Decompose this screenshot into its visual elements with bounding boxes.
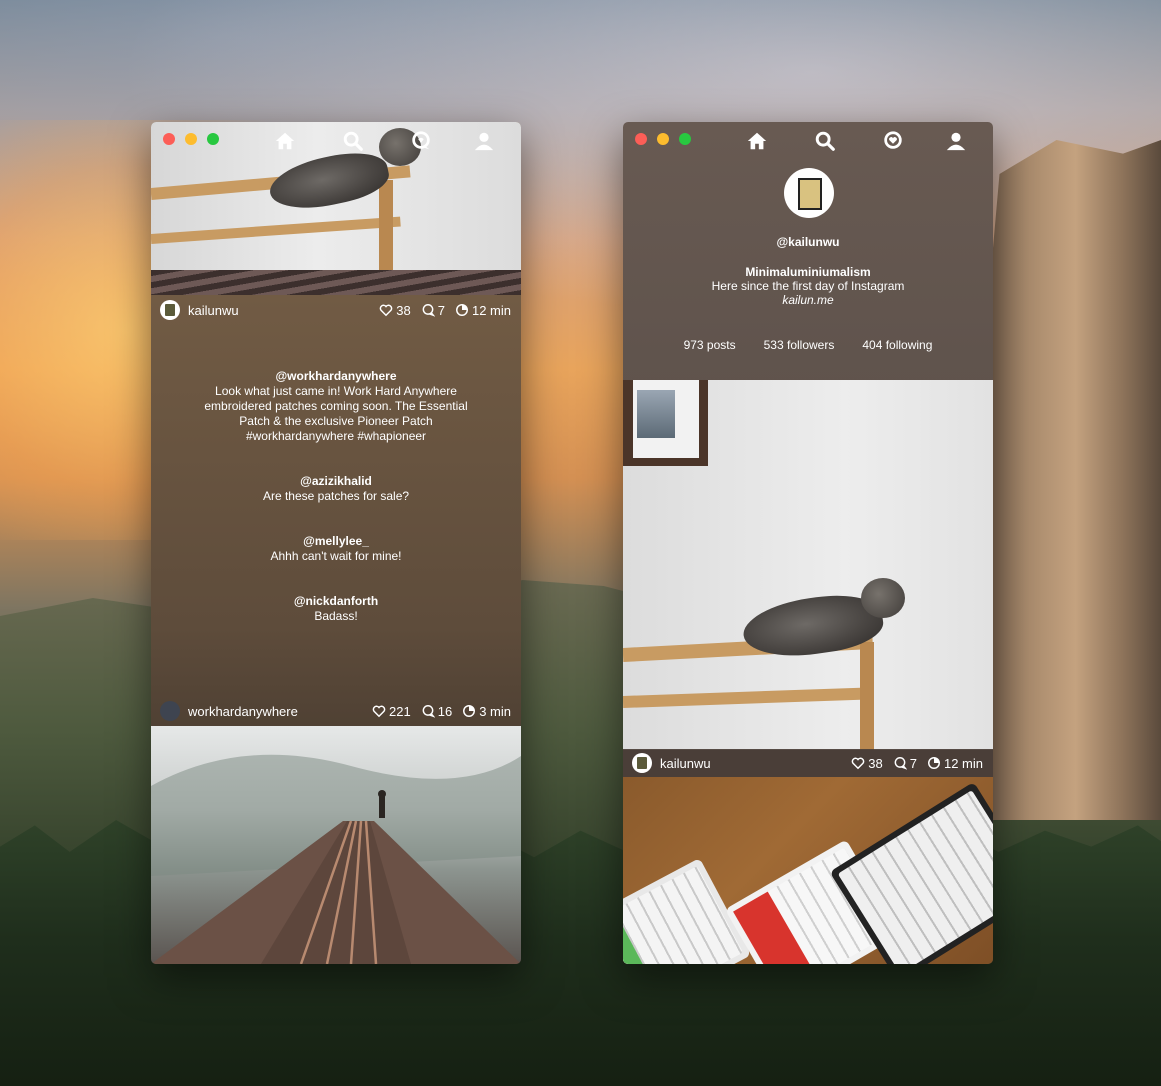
profile-bio: Here since the first day of Instagram — [711, 279, 905, 293]
post-photo-cat[interactable] — [623, 380, 993, 750]
heart-icon — [852, 757, 865, 770]
profile-header: @kailunwu Minimaluminiumalism Here since… — [623, 122, 993, 380]
search-icon[interactable] — [342, 130, 366, 152]
comment-bubble-icon — [894, 757, 907, 770]
search-icon[interactable] — [814, 130, 838, 152]
profile-avatar[interactable] — [784, 168, 834, 218]
post-photo-railway[interactable] — [151, 726, 521, 964]
activity-icon[interactable] — [882, 130, 906, 152]
profile-counts: 973 posts 533 followers 404 following — [623, 338, 993, 352]
post-username[interactable]: kailunwu — [660, 756, 851, 771]
following-count[interactable]: 404 following — [862, 338, 932, 352]
comment-text: Look what just came in! Work Hard Anywhe… — [204, 384, 468, 443]
post-meta-bar: kailunwu 38 7 12 min — [151, 296, 521, 324]
comment-item: @mellylee_ Ahhh can't wait for mine! — [191, 534, 481, 564]
profile-name: Minimaluminiumalism — [745, 265, 871, 279]
railway-scene — [151, 754, 521, 964]
granite-cliff — [971, 140, 1161, 820]
comment-author[interactable]: @mellylee_ — [191, 534, 481, 549]
avatar[interactable] — [160, 701, 180, 721]
heart-icon — [372, 705, 386, 718]
post-meta-bar: workhardanywhere 221 16 3 min — [151, 697, 521, 725]
heart-icon — [380, 304, 393, 317]
comments-count[interactable]: 16 — [421, 704, 452, 719]
post-time: 3 min — [462, 704, 511, 719]
post-username[interactable]: kailunwu — [188, 303, 379, 318]
posts-count[interactable]: 973 posts — [684, 338, 736, 352]
comment-bubble-icon — [422, 304, 435, 317]
home-icon[interactable] — [274, 130, 298, 152]
comment-text: Badass! — [314, 609, 358, 623]
likes-count[interactable]: 221 — [372, 704, 411, 719]
post-username[interactable]: workhardanywhere — [188, 704, 372, 719]
avatar[interactable] — [632, 753, 652, 773]
comment-author[interactable]: @azizikhalid — [191, 474, 481, 489]
minimize-button[interactable] — [185, 133, 197, 145]
comment-author[interactable]: @workhardanywhere — [191, 369, 481, 384]
likes-count[interactable]: 38 — [851, 756, 883, 771]
feed-window: kailunwu 38 7 12 min @workhardanywhere L… — [151, 122, 521, 964]
followers-count[interactable]: 533 followers — [764, 338, 835, 352]
clock-icon — [927, 757, 940, 769]
profile-window: @kailunwu Minimaluminiumalism Here since… — [623, 122, 993, 964]
comments-list: @workhardanywhere Look what just came in… — [191, 369, 481, 654]
minimize-button[interactable] — [657, 133, 669, 145]
close-button[interactable] — [163, 133, 175, 145]
comments-count[interactable]: 7 — [421, 303, 445, 318]
clock-icon — [463, 705, 476, 717]
comment-bubble-icon — [422, 705, 435, 718]
avatar[interactable] — [160, 300, 180, 320]
profile-link[interactable]: kailun.me — [623, 293, 993, 307]
comment-author[interactable]: @nickdanforth — [191, 594, 481, 609]
comments-count[interactable]: 7 — [893, 756, 917, 771]
clock-icon — [455, 304, 468, 316]
home-icon[interactable] — [746, 130, 770, 152]
profile-icon[interactable] — [945, 130, 969, 152]
post-meta-bar: kailunwu 38 7 12 min — [623, 749, 993, 777]
likes-count[interactable]: 38 — [379, 303, 411, 318]
comment-text: Ahhh can't wait for mine! — [270, 549, 402, 563]
title-bar — [151, 122, 521, 158]
maximize-button[interactable] — [207, 133, 219, 145]
post-time: 12 min — [927, 756, 983, 771]
close-button[interactable] — [635, 133, 647, 145]
activity-icon[interactable] — [410, 130, 434, 152]
post-time: 12 min — [455, 303, 511, 318]
picture-frame — [623, 380, 708, 466]
comment-item: @azizikhalid Are these patches for sale? — [191, 474, 481, 504]
maximize-button[interactable] — [679, 133, 691, 145]
comment-text: Are these patches for sale? — [262, 489, 410, 503]
profile-icon[interactable] — [473, 130, 497, 152]
profile-handle: @kailunwu — [776, 235, 840, 249]
post-photo-keyboards[interactable] — [623, 777, 993, 964]
comment-item: @workhardanywhere Look what just came in… — [191, 369, 481, 444]
title-bar — [623, 122, 993, 158]
comment-item: @nickdanforth Badass! — [191, 594, 481, 624]
